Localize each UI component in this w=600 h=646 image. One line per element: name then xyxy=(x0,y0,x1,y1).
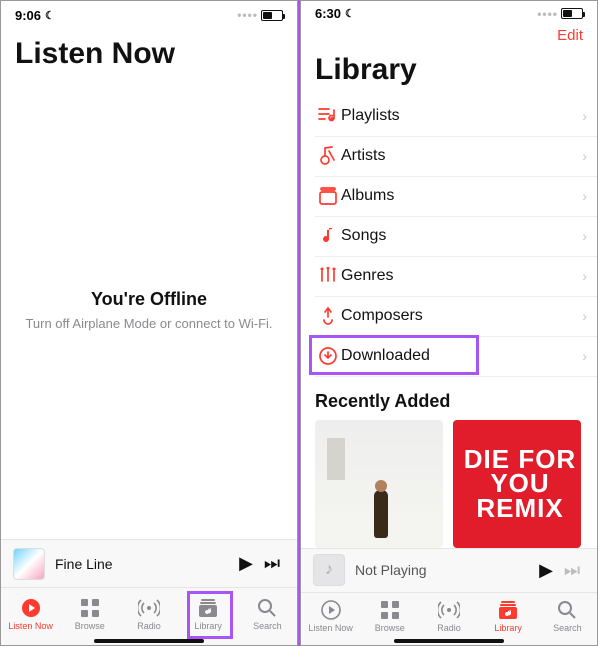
status-time: 6:30 xyxy=(315,6,341,21)
tab-bar: Listen Now Browse Radio Library Search xyxy=(301,592,597,645)
battery-icon xyxy=(561,8,583,19)
library-row-label: Genres xyxy=(341,267,582,285)
recently-added-row: DIE FOR YOU REMIX xyxy=(301,420,597,548)
recently-added-title: Recently Added xyxy=(301,377,597,420)
radio-icon xyxy=(138,597,160,619)
chevron-right-icon: › xyxy=(582,188,587,204)
tab-label: Library xyxy=(194,621,222,631)
library-row-genres[interactable]: Genres › xyxy=(315,257,597,297)
status-bar: 9:06 ☾ •••• xyxy=(1,1,297,29)
tab-browse[interactable]: Browse xyxy=(362,599,418,633)
play-icon[interactable]: ▶ xyxy=(233,553,259,574)
library-row-downloaded[interactable]: Downloaded › xyxy=(315,337,597,377)
dnd-moon-icon: ☾ xyxy=(345,7,355,20)
mini-player-art[interactable]: ♪ xyxy=(313,554,345,586)
chevron-right-icon: › xyxy=(582,348,587,364)
phone-left: 9:06 ☾ •••• Listen Now You're Offline Tu… xyxy=(0,0,298,646)
tab-label: Listen Now xyxy=(308,623,353,633)
chevron-right-icon: › xyxy=(582,308,587,324)
page-title: Library xyxy=(301,45,597,97)
recent-album-2[interactable]: DIE FOR YOU REMIX xyxy=(453,420,581,548)
library-list: Playlists › Artists › Albums › Songs › xyxy=(301,97,597,377)
forward-icon[interactable]: ⏭ xyxy=(259,553,285,574)
home-indicator[interactable] xyxy=(94,639,204,643)
chevron-right-icon: › xyxy=(582,148,587,164)
albums-icon xyxy=(315,187,341,205)
search-icon xyxy=(558,599,576,621)
signal-dots-icon: •••• xyxy=(537,7,558,21)
library-row-playlists[interactable]: Playlists › xyxy=(315,97,597,137)
library-row-label: Albums xyxy=(341,187,582,205)
tab-search[interactable]: Search xyxy=(239,597,295,631)
play-icon[interactable]: ▶ xyxy=(533,560,559,581)
tab-library[interactable]: Library xyxy=(180,597,236,631)
tab-label: Radio xyxy=(137,621,161,631)
library-row-label: Playlists xyxy=(341,107,582,125)
downloaded-icon xyxy=(315,347,341,365)
dnd-moon-icon: ☾ xyxy=(45,9,55,22)
library-row-label: Downloaded xyxy=(341,347,582,365)
battery-icon xyxy=(261,10,283,21)
grid-icon xyxy=(81,597,99,619)
status-bar: 6:30 ☾ •••• xyxy=(301,1,597,27)
tab-browse[interactable]: Browse xyxy=(62,597,118,631)
offline-title: You're Offline xyxy=(91,289,207,310)
recent-album-1[interactable] xyxy=(315,420,443,548)
album2-line3: REMIX xyxy=(476,496,563,521)
search-icon xyxy=(258,597,276,619)
phone-right: 6:30 ☾ •••• Edit Library Playlists › Art… xyxy=(300,0,598,646)
radio-icon xyxy=(438,599,460,621)
chevron-right-icon: › xyxy=(582,228,587,244)
edit-button[interactable]: Edit xyxy=(557,27,583,45)
tab-listen-now[interactable]: Listen Now xyxy=(3,597,59,631)
offline-message: You're Offline Turn off Airplane Mode or… xyxy=(1,81,297,539)
tab-radio[interactable]: Radio xyxy=(421,599,477,633)
signal-dots-icon: •••• xyxy=(237,8,258,22)
offline-subtitle: Turn off Airplane Mode or connect to Wi-… xyxy=(25,316,272,331)
songs-icon xyxy=(315,227,341,245)
library-row-label: Artists xyxy=(341,147,582,165)
mini-player-track: Not Playing xyxy=(355,562,533,578)
chevron-right-icon: › xyxy=(582,108,587,124)
library-row-label: Composers xyxy=(341,307,582,325)
tab-label: Browse xyxy=(75,621,105,631)
library-row-albums[interactable]: Albums › xyxy=(315,177,597,217)
playlists-icon xyxy=(315,107,341,125)
tab-label: Browse xyxy=(375,623,405,633)
tab-label: Listen Now xyxy=(8,621,53,631)
library-row-artists[interactable]: Artists › xyxy=(315,137,597,177)
library-row-label: Songs xyxy=(341,227,582,245)
tab-library[interactable]: Library xyxy=(480,599,536,633)
play-circle-icon xyxy=(321,599,341,621)
composers-icon xyxy=(315,307,341,325)
forward-icon[interactable]: ⏭ xyxy=(559,560,585,581)
genres-icon xyxy=(315,267,341,285)
artists-icon xyxy=(315,146,341,166)
tab-label: Search xyxy=(253,621,282,631)
library-tab-icon xyxy=(199,597,217,619)
mini-player[interactable]: ♪ Not Playing ▶ ⏭ xyxy=(301,548,597,592)
chevron-right-icon: › xyxy=(582,268,587,284)
library-row-songs[interactable]: Songs › xyxy=(315,217,597,257)
tab-label: Search xyxy=(553,623,582,633)
page-title: Listen Now xyxy=(1,29,297,81)
tab-label: Library xyxy=(494,623,522,633)
mini-player-track: Fine Line xyxy=(55,556,233,572)
tab-radio[interactable]: Radio xyxy=(121,597,177,631)
library-row-composers[interactable]: Composers › xyxy=(315,297,597,337)
tab-bar: Listen Now Browse Radio Library Search xyxy=(1,587,297,645)
status-time: 9:06 xyxy=(15,8,41,23)
mini-player-art[interactable] xyxy=(13,548,45,580)
tab-search[interactable]: Search xyxy=(539,599,595,633)
home-indicator[interactable] xyxy=(394,639,504,643)
tab-listen-now[interactable]: Listen Now xyxy=(303,599,359,633)
play-circle-icon xyxy=(21,597,41,619)
grid-icon xyxy=(381,599,399,621)
library-tab-icon xyxy=(499,599,517,621)
tab-label: Radio xyxy=(437,623,461,633)
mini-player[interactable]: Fine Line ▶ ⏭ xyxy=(1,539,297,587)
